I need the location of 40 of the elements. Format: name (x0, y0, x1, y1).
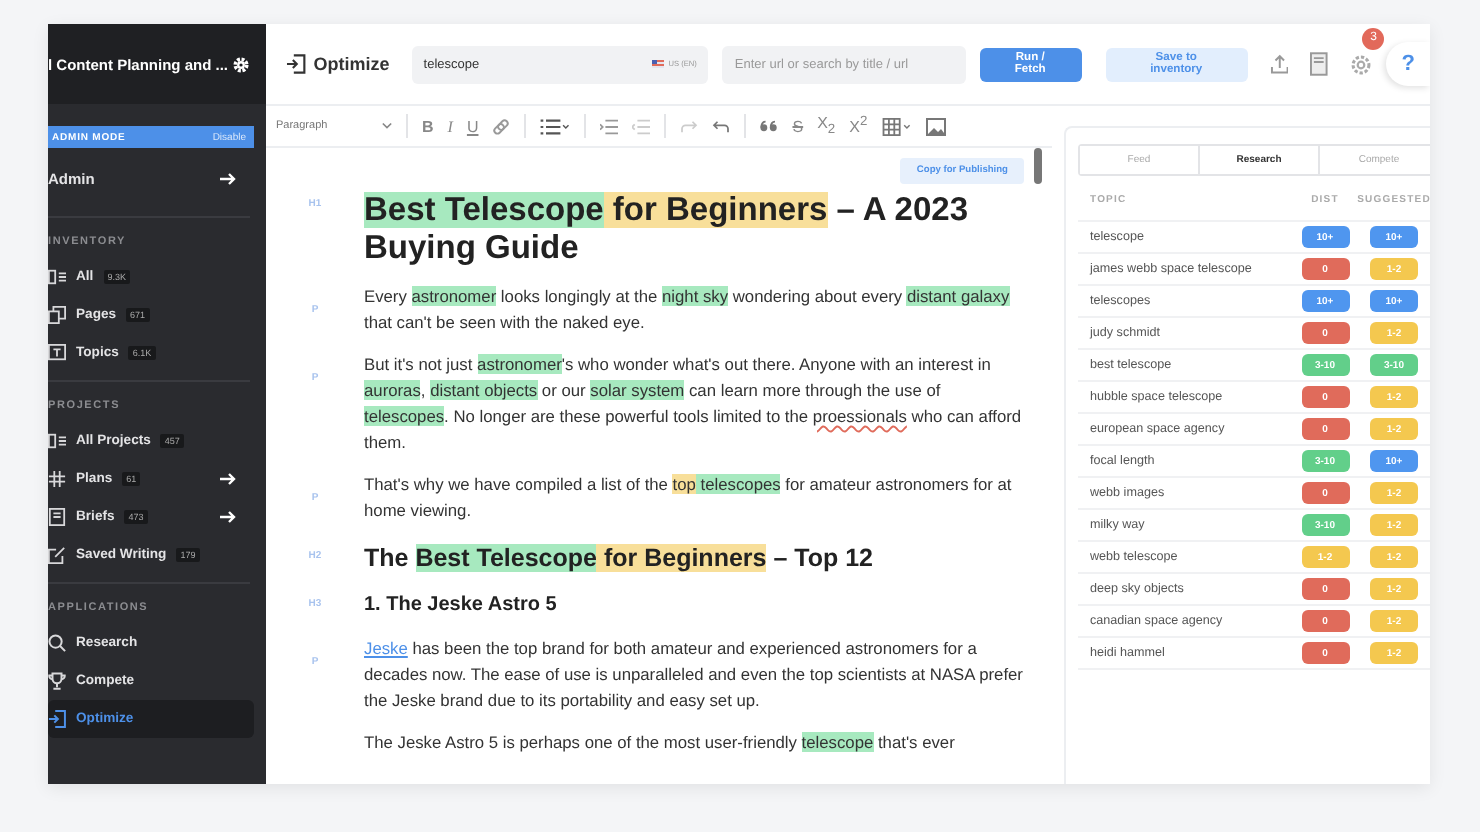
list-icon[interactable] (540, 117, 571, 135)
outdent-icon[interactable] (632, 117, 651, 135)
undo-icon[interactable] (712, 119, 731, 133)
heading: The Best Telescope for Beginners – Top 12 (364, 542, 873, 576)
redo-icon[interactable] (680, 119, 699, 133)
format-button[interactable]: I (447, 117, 453, 135)
page-title: Optimize (313, 54, 390, 74)
enter-icon (48, 710, 66, 728)
indent-icon[interactable] (600, 117, 619, 135)
scrollbar[interactable] (1034, 148, 1042, 184)
paragraph: But it's not just astronomer's who wonder what's out there. Anyone with an interest in auroras, distant objects or our solar system can learn more through the use of telescopes. No longer are these powerful tools limited to the proessionals who can afford them. (364, 352, 1024, 456)
search-icon (48, 634, 66, 652)
edit-icon (48, 546, 66, 564)
heading: Best Telescope for Beginners – A 2023 Buying Guide (364, 192, 971, 268)
hash-icon (48, 470, 66, 488)
strikethrough-button[interactable]: S (792, 117, 804, 135)
help-button[interactable]: ? (1386, 42, 1430, 86)
paragraph: Jeske has been the top brand for both amateur and experienced astronomers for a decades now. The ease of use is unparalleled and even the top scientists at NASA prefer the Jeske brand due to its portability and easy set up. (364, 636, 1025, 714)
link-icon[interactable] (492, 117, 511, 135)
trophy-icon (48, 672, 66, 690)
heading: 1. The Jeske Astro 5 (364, 592, 557, 620)
format-button[interactable]: U (466, 117, 479, 135)
format-button[interactable]: B (422, 117, 434, 135)
columns-icon (48, 432, 66, 450)
flag-icon (652, 60, 665, 68)
paragraph: The Jeske Astro 5 is perhaps one of the most user-friendly telescope that's ever (364, 730, 955, 756)
script-button[interactable]: X$_{2}$ (817, 114, 836, 138)
chevron-down-icon (382, 122, 392, 130)
quote-icon[interactable] (760, 120, 779, 132)
script-button[interactable]: X$^{2}$ (849, 115, 868, 137)
columns-icon (48, 268, 66, 286)
upload-icon[interactable] (1269, 54, 1289, 74)
optimize-icon (286, 54, 306, 74)
document-icon[interactable] (1310, 52, 1329, 76)
pages-icon (48, 306, 66, 324)
paragraph: Every astronomer looks longingly at the night sky wondering about every distant galaxy that can't be seen with the naked eye. (364, 284, 1012, 336)
arrow-icon (220, 171, 238, 185)
image-icon[interactable] (925, 117, 946, 135)
paragraph: That's why we have compiled a list of the top telescopes for amateur astronomers for at home viewing. (364, 472, 1014, 524)
table-icon[interactable] (881, 117, 912, 135)
